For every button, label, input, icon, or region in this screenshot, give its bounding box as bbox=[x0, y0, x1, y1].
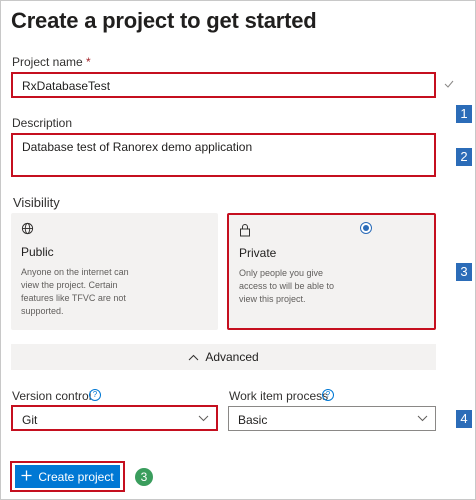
version-control-value: Git bbox=[22, 413, 38, 427]
callout-badge-1: 1 bbox=[456, 105, 472, 123]
required-mark: * bbox=[86, 55, 91, 69]
project-name-label-text: Project name bbox=[12, 55, 83, 69]
page-title: Create a project to get started bbox=[11, 8, 317, 33]
project-name-label: Project name * bbox=[12, 55, 91, 69]
version-control-label: Version control bbox=[12, 389, 92, 403]
chevron-down-icon bbox=[198, 410, 209, 429]
create-project-button[interactable]: Create project bbox=[15, 465, 120, 488]
public-description: Anyone on the internet can view the proj… bbox=[21, 267, 129, 316]
plus-icon bbox=[21, 470, 32, 484]
callout-badge-4: 4 bbox=[456, 410, 472, 428]
help-icon[interactable]: ? bbox=[322, 389, 334, 401]
advanced-toggle[interactable]: Advanced bbox=[11, 344, 436, 370]
work-item-process-label: Work item process bbox=[229, 389, 329, 403]
version-control-select[interactable]: Git bbox=[11, 405, 218, 431]
visibility-label: Visibility bbox=[13, 195, 60, 210]
check-icon bbox=[444, 78, 454, 92]
create-project-highlight: Create project bbox=[10, 461, 125, 492]
advanced-label: Advanced bbox=[205, 350, 259, 364]
globe-icon bbox=[21, 222, 34, 240]
help-icon[interactable]: ? bbox=[89, 389, 101, 401]
callout-badge-3: 3 bbox=[456, 263, 472, 281]
lock-icon bbox=[239, 223, 251, 242]
private-title: Private bbox=[239, 246, 277, 260]
description-label: Description bbox=[12, 116, 73, 130]
create-project-label: Create project bbox=[38, 469, 114, 484]
public-title: Public bbox=[21, 245, 54, 259]
description-value: Database test of Ranorex demo applicatio… bbox=[22, 140, 253, 154]
chevron-up-icon bbox=[188, 350, 199, 364]
visibility-private-card[interactable]: Private Only people you give access to w… bbox=[227, 213, 436, 330]
private-description: Only people you give access to will be a… bbox=[239, 268, 335, 304]
callout-badge-2: 2 bbox=[456, 148, 472, 166]
work-item-process-value: Basic bbox=[238, 413, 268, 427]
work-item-process-select[interactable]: Basic bbox=[228, 406, 436, 431]
project-name-input[interactable]: RxDatabaseTest bbox=[11, 72, 436, 98]
chevron-down-icon bbox=[417, 410, 428, 429]
description-textarea[interactable]: Database test of Ranorex demo applicatio… bbox=[11, 133, 436, 177]
visibility-public-card[interactable]: Public Anyone on the internet can view t… bbox=[11, 213, 218, 330]
callout-badge-5: 3 bbox=[135, 468, 153, 486]
private-radio[interactable] bbox=[360, 222, 372, 234]
project-name-value: RxDatabaseTest bbox=[22, 79, 111, 93]
